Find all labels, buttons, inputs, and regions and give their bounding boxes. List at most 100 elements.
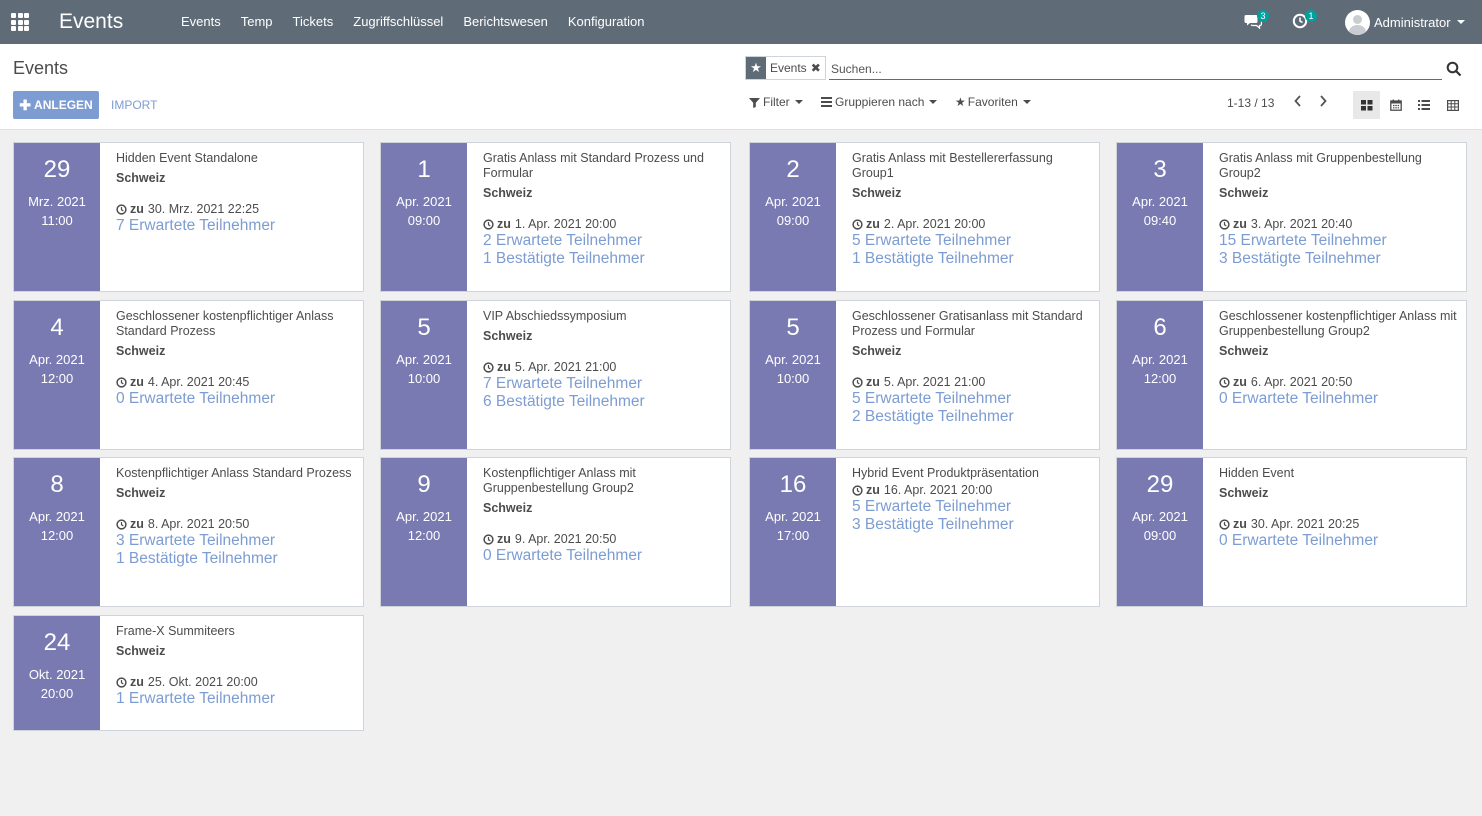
messages-count-badge: 3 xyxy=(1257,10,1269,22)
event-month: Apr. 2021 xyxy=(396,194,452,209)
create-button-label: ANLEGEN xyxy=(34,98,93,112)
favorites-label: Favoriten xyxy=(967,95,1018,109)
expected-attendees-link[interactable]: 2 Erwartete Teilnehmer xyxy=(483,232,724,250)
menu-item-temp[interactable]: Temp xyxy=(231,0,283,44)
event-card[interactable]: 6 Apr. 2021 12:00 Geschlossener kostenpf… xyxy=(1116,300,1467,450)
chevron-left-icon xyxy=(1294,95,1301,107)
expected-attendees-link[interactable]: 1 Erwartete Teilnehmer xyxy=(116,690,357,708)
event-due: zu 5. Apr. 2021 21:00 xyxy=(483,360,724,375)
event-location: Schweiz xyxy=(116,344,166,358)
event-day: 29 xyxy=(1146,471,1174,498)
import-button[interactable]: IMPORT xyxy=(111,91,157,119)
confirmed-attendees-link[interactable]: 3 Bestätigte Teilnehmer xyxy=(1219,250,1460,268)
event-month: Apr. 2021 xyxy=(1132,194,1188,209)
avatar xyxy=(1345,9,1370,35)
confirmed-attendees-link[interactable]: 1 Bestätigte Teilnehmer xyxy=(852,250,1093,268)
event-card[interactable]: 9 Apr. 2021 12:00 Kostenpflichtiger Anla… xyxy=(380,457,731,607)
event-due: zu 1. Apr. 2021 20:00 xyxy=(483,217,724,232)
event-due-date: 8. Apr. 2021 20:50 xyxy=(147,517,250,531)
create-button[interactable]: ✚ ANLEGEN xyxy=(13,91,99,119)
event-month: Apr. 2021 xyxy=(29,352,85,367)
event-month: Apr. 2021 xyxy=(765,509,821,524)
expected-attendees-link[interactable]: 0 Erwartete Teilnehmer xyxy=(116,390,357,408)
event-card[interactable]: 29 Mrz. 2021 11:00 Hidden Event Standalo… xyxy=(13,142,364,292)
confirmed-attendees-link[interactable]: 1 Bestätigte Teilnehmer xyxy=(116,550,357,568)
event-card[interactable]: 24 Okt. 2021 20:00 Frame-X Summiteers Sc… xyxy=(13,615,364,731)
event-card[interactable]: 5 Apr. 2021 10:00 Geschlossener Gratisan… xyxy=(749,300,1100,450)
expected-attendees-link[interactable]: 3 Erwartete Teilnehmer xyxy=(116,532,357,550)
remove-facet-icon[interactable]: ✖ xyxy=(811,57,825,79)
expected-attendees-link[interactable]: 5 Erwartete Teilnehmer xyxy=(852,390,1093,408)
search-input[interactable] xyxy=(829,58,1442,80)
event-due: zu 6. Apr. 2021 20:50 xyxy=(1219,375,1460,390)
event-day: 8 xyxy=(50,471,64,498)
expected-attendees-link[interactable]: 0 Erwartete Teilnehmer xyxy=(483,547,724,565)
pager-value[interactable]: 1-13 / 13 xyxy=(1227,96,1274,110)
user-name: Administrator xyxy=(1374,14,1451,30)
apps-menu-icon[interactable] xyxy=(11,13,29,31)
event-card[interactable]: 3 Apr. 2021 09:40 Gratis Anlass mit Grup… xyxy=(1116,142,1467,292)
event-title: Hidden Event Standalone xyxy=(116,151,258,165)
list-view-button[interactable] xyxy=(1410,91,1437,119)
group-by-label: Gruppieren nach xyxy=(835,95,925,109)
due-prefix: zu xyxy=(497,360,511,374)
expected-attendees-link[interactable]: 0 Erwartete Teilnehmer xyxy=(1219,390,1460,408)
event-card[interactable]: 1 Apr. 2021 09:00 Gratis Anlass mit Stan… xyxy=(380,142,731,292)
search-icon[interactable] xyxy=(1446,61,1462,77)
calendar-view-button[interactable] xyxy=(1382,91,1409,119)
confirmed-attendees-link[interactable]: 2 Bestätigte Teilnehmer xyxy=(852,408,1093,426)
menu-item-reporting[interactable]: Berichtswesen xyxy=(453,0,558,44)
event-title: Kostenpflichtiger Anlass Standard Prozes… xyxy=(116,466,352,480)
expected-attendees-link[interactable]: 15 Erwartete Teilnehmer xyxy=(1219,232,1460,250)
kanban-view-button[interactable] xyxy=(1353,91,1380,119)
event-card[interactable]: 8 Apr. 2021 12:00 Kostenpflichtiger Anla… xyxy=(13,457,364,607)
expected-attendees-link[interactable]: 5 Erwartete Teilnehmer xyxy=(852,498,1093,516)
pager-previous-button[interactable] xyxy=(1291,94,1305,110)
event-card[interactable]: 16 Apr. 2021 17:00 Hybrid Event Produktp… xyxy=(749,457,1100,607)
clock-icon xyxy=(116,677,127,688)
clock-icon xyxy=(116,204,127,215)
expected-attendees-link[interactable]: 0 Erwartete Teilnehmer xyxy=(1219,532,1460,550)
activities-button[interactable]: 1 xyxy=(1292,10,1317,32)
messages-button[interactable]: 3 xyxy=(1244,10,1269,32)
confirmed-attendees-link[interactable]: 3 Bestätigte Teilnehmer xyxy=(852,516,1093,534)
confirmed-attendees-link[interactable]: 6 Bestätigte Teilnehmer xyxy=(483,393,724,411)
event-due: zu 30. Mrz. 2021 22:25 xyxy=(116,202,357,217)
event-due-date: 3. Apr. 2021 20:40 xyxy=(1250,217,1353,231)
filter-dropdown[interactable]: Filter xyxy=(749,95,803,109)
confirmed-attendees-link[interactable]: 1 Bestätigte Teilnehmer xyxy=(483,250,724,268)
pivot-view-button[interactable] xyxy=(1439,91,1466,119)
menu-item-events[interactable]: Events xyxy=(171,0,231,44)
favorites-dropdown[interactable]: ★ Favoriten xyxy=(955,95,1031,109)
due-prefix: zu xyxy=(497,532,511,546)
menu-item-access-keys[interactable]: Zugriffschlüssel xyxy=(343,0,453,44)
due-prefix: zu xyxy=(130,517,144,531)
event-time: 10:00 xyxy=(776,371,810,386)
due-prefix: zu xyxy=(866,483,880,497)
event-card[interactable]: 29 Apr. 2021 09:00 Hidden Event Schweiz … xyxy=(1116,457,1467,607)
event-month: Apr. 2021 xyxy=(29,509,85,524)
event-card[interactable]: 4 Apr. 2021 12:00 Geschlossener kostenpf… xyxy=(13,300,364,450)
pager-next-button[interactable] xyxy=(1316,94,1330,110)
event-card[interactable]: 5 Apr. 2021 10:00 VIP Abschiedssymposium… xyxy=(380,300,731,450)
event-card[interactable]: 2 Apr. 2021 09:00 Gratis Anlass mit Best… xyxy=(749,142,1100,292)
expected-attendees-link[interactable]: 5 Erwartete Teilnehmer xyxy=(852,232,1093,250)
event-location: Schweiz xyxy=(116,171,166,185)
due-prefix: zu xyxy=(1233,517,1247,531)
event-location: Schweiz xyxy=(1219,344,1269,358)
event-location: Schweiz xyxy=(483,501,533,515)
expected-attendees-link[interactable]: 7 Erwartete Teilnehmer xyxy=(116,217,357,235)
event-date-block: 2 Apr. 2021 09:00 xyxy=(750,143,836,291)
menu-item-configuration[interactable]: Konfiguration xyxy=(558,0,655,44)
event-month: Apr. 2021 xyxy=(396,352,452,367)
event-title: Kostenpflichtiger Anlass mit Gruppenbest… xyxy=(483,466,636,495)
event-due: zu 4. Apr. 2021 20:45 xyxy=(116,375,357,390)
app-title: Events xyxy=(59,10,124,33)
clock-icon xyxy=(852,377,863,388)
menu-item-tickets[interactable]: Tickets xyxy=(283,0,344,44)
user-menu[interactable]: Administrator xyxy=(1345,9,1465,35)
group-by-dropdown[interactable]: Gruppieren nach xyxy=(821,95,938,109)
expected-attendees-link[interactable]: 7 Erwartete Teilnehmer xyxy=(483,375,724,393)
event-due: zu 16. Apr. 2021 20:00 xyxy=(852,483,1093,498)
chevron-down-icon xyxy=(1456,20,1465,24)
